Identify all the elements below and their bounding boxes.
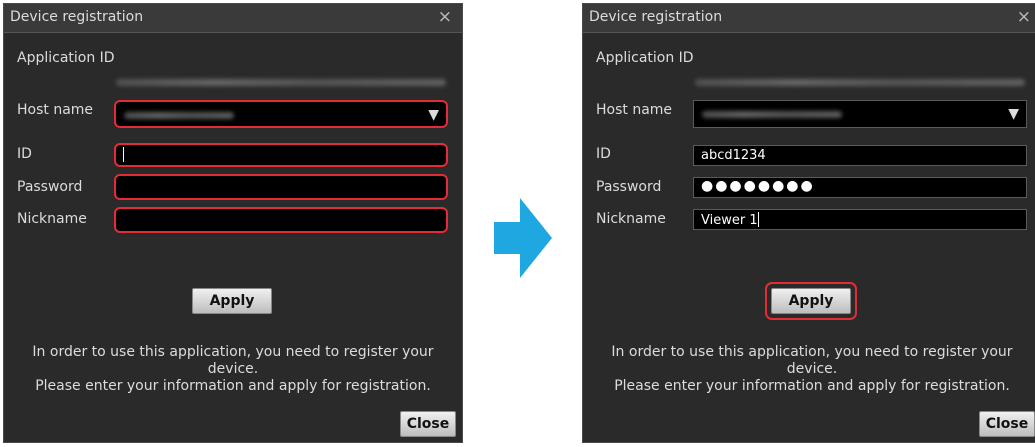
nickname-input[interactable]: Viewer 1 <box>693 209 1027 230</box>
close-icon[interactable]: × <box>1017 7 1031 27</box>
registration-info-text: In order to use this application, you ne… <box>4 344 462 395</box>
nickname-label: Nickname <box>17 211 87 227</box>
host-name-label: Host name <box>17 102 94 118</box>
text-caret <box>757 212 759 227</box>
device-registration-dialog-after: Device registration × Application ID Hos… <box>582 3 1035 443</box>
id-input[interactable] <box>114 143 448 167</box>
info-line-2: device. <box>786 361 838 377</box>
application-id-label: Application ID <box>596 50 694 66</box>
nickname-label: Nickname <box>596 211 666 227</box>
info-line-1: In order to use this application, you ne… <box>32 344 434 360</box>
password-input[interactable]: ●●●●●●●● <box>693 177 1027 198</box>
host-name-value-redacted <box>124 112 234 119</box>
password-label: Password <box>17 179 83 195</box>
close-button[interactable]: Close <box>979 411 1035 437</box>
id-label: ID <box>17 146 32 162</box>
host-name-select[interactable]: ▼ <box>114 100 448 128</box>
dialog-titlebar: Device registration × <box>4 4 462 33</box>
host-name-select[interactable]: ▼ <box>693 100 1027 128</box>
info-line-3: Please enter your information and apply … <box>35 378 431 394</box>
triangle-down-icon: ▼ <box>1008 106 1019 122</box>
device-registration-dialog-before: Device registration × Application ID Hos… <box>3 3 463 443</box>
arrow-right-icon <box>494 198 552 278</box>
id-input[interactable]: abcd1234 <box>693 145 1027 166</box>
info-line-2: device. <box>207 361 259 377</box>
dialog-title: Device registration <box>10 9 144 25</box>
dialog-title: Device registration <box>589 9 723 25</box>
password-label: Password <box>596 179 662 195</box>
info-line-1: In order to use this application, you ne… <box>611 344 1013 360</box>
application-id-value-redacted <box>116 79 446 86</box>
registration-info-text: In order to use this application, you ne… <box>583 344 1035 395</box>
text-caret <box>123 147 124 162</box>
dialog-titlebar: Device registration × <box>583 4 1035 33</box>
nickname-input[interactable] <box>114 207 448 233</box>
host-name-label: Host name <box>596 102 673 118</box>
password-input[interactable] <box>114 174 448 200</box>
application-id-value-redacted <box>695 79 1025 86</box>
id-input-value: abcd1234 <box>701 148 766 163</box>
id-label: ID <box>596 146 611 162</box>
info-line-3: Please enter your information and apply … <box>614 378 1010 394</box>
close-button[interactable]: Close <box>400 411 456 437</box>
application-id-label: Application ID <box>17 50 115 66</box>
host-name-value-redacted <box>702 111 842 118</box>
nickname-input-value: Viewer 1 <box>701 213 758 228</box>
triangle-down-icon: ▼ <box>428 107 439 123</box>
close-icon[interactable]: × <box>438 7 452 27</box>
password-input-value: ●●●●●●●● <box>701 178 815 194</box>
apply-button[interactable]: Apply <box>771 288 851 314</box>
apply-button[interactable]: Apply <box>192 288 272 314</box>
